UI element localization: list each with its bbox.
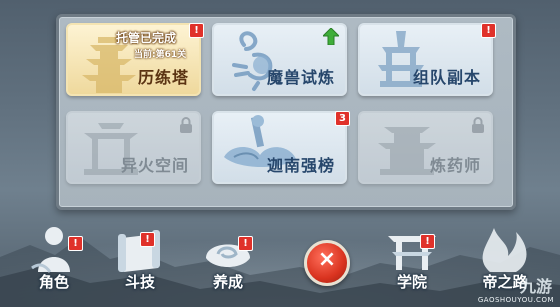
auto-status-text: 托管已完成: [116, 31, 177, 45]
flame-icon: [482, 228, 527, 272]
alert-badge: !: [189, 23, 204, 38]
up-arrow-icon: [323, 28, 339, 45]
close-icon: ×: [317, 247, 337, 272]
alert-badge: !: [68, 236, 83, 251]
tile-name: 历练塔: [137, 68, 189, 87]
alert-badge: !: [481, 23, 496, 38]
watermark-site: GAOSHOUYOU.COM: [477, 296, 554, 304]
nav-label: 学院: [396, 273, 427, 291]
lock-icon: [180, 117, 192, 133]
close-button[interactable]: ×: [304, 240, 350, 286]
nav-character[interactable]: ! 角色: [22, 222, 86, 292]
nav-label: 斗技: [124, 273, 155, 291]
alert-badge: !: [420, 234, 435, 249]
nav-arena[interactable]: ! 斗技: [108, 222, 172, 292]
tile-team-dungeon[interactable]: 组队副本: [358, 23, 493, 96]
tile-beast-trial[interactable]: 魔兽试炼: [212, 23, 347, 96]
watermark-logo: 九游: [519, 277, 552, 296]
count-badge: 3: [335, 111, 350, 126]
tile-name: 异火空间: [120, 156, 189, 175]
nav-cultivation[interactable]: ! 养成: [196, 222, 260, 292]
lock-icon: [472, 117, 484, 133]
tile-name: 组队副本: [412, 68, 481, 87]
nav-label: 角色: [38, 273, 69, 291]
nav-academy[interactable]: ! 学院: [380, 222, 444, 292]
tile-alchemist[interactable]: 炼药师: [358, 111, 493, 184]
tile-name: 迦南强榜: [266, 156, 335, 175]
tile-strange-fire-space[interactable]: 异火空间: [66, 111, 201, 184]
alert-badge: !: [140, 232, 155, 247]
current-stage-text: 当前:第61关: [134, 50, 187, 60]
nav-label: 养成: [212, 273, 243, 291]
game-screen: 托管已完成 当前:第61关 历练塔 ! 魔兽试炼 组队副本 ! 异火空间 迦南强…: [0, 0, 560, 307]
tile-trial-tower[interactable]: 托管已完成 当前:第61关 历练塔: [66, 23, 201, 96]
tile-name: 魔兽试炼: [266, 68, 335, 87]
tile-jianan-ranking[interactable]: 迦南强榜: [212, 111, 347, 184]
scroll-icon: [118, 230, 160, 272]
tile-name: 炼药师: [429, 156, 481, 175]
activity-panel: 托管已完成 当前:第61关 历练塔 ! 魔兽试炼 组队副本 ! 异火空间 迦南强…: [56, 14, 516, 210]
alert-badge: !: [238, 236, 253, 251]
